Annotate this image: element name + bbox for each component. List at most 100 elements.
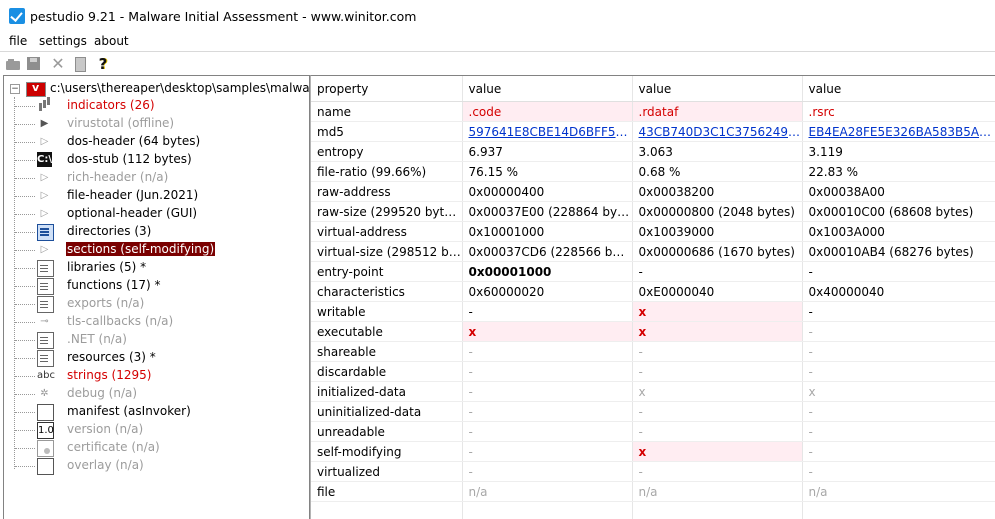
- property-name: virtualized: [311, 462, 462, 482]
- version-icon: 1.0: [37, 422, 54, 439]
- property-value: 3.063: [632, 142, 802, 162]
- table-row[interactable]: writable-x-: [311, 302, 995, 322]
- table-row[interactable]: raw-address0x000004000x000382000x00038A0…: [311, 182, 995, 202]
- tree-item[interactable]: ▷file-header (Jun.2021): [4, 187, 304, 205]
- tree-item-label: directories (3): [66, 224, 152, 238]
- table-row[interactable]: self-modifying-x-: [311, 442, 995, 462]
- table-row[interactable]: discardable---: [311, 362, 995, 382]
- property-value: .rsrc: [802, 102, 995, 122]
- tree-connector: [15, 196, 35, 197]
- property-value: -: [462, 302, 632, 322]
- tree-connector: [15, 160, 35, 161]
- header-value-2[interactable]: value: [632, 76, 802, 102]
- tree-view[interactable]: − c:\users\thereaper\desktop\samples\mal…: [3, 75, 310, 519]
- document-icon: [37, 458, 54, 475]
- property-name: unreadable: [311, 422, 462, 442]
- tree-item[interactable]: certificate (n/a): [4, 439, 304, 457]
- tree-item[interactable]: resources (3) *: [4, 349, 304, 367]
- help-icon[interactable]: ?: [95, 56, 111, 72]
- property-value: -: [802, 342, 995, 362]
- tree-item[interactable]: ▶virustotal (offline): [4, 115, 304, 133]
- table-row[interactable]: characteristics0x600000200xE00000400x400…: [311, 282, 995, 302]
- property-value: 0x00038A00: [802, 182, 995, 202]
- tree-item[interactable]: manifest (asInvoker): [4, 403, 304, 421]
- property-value[interactable]: 43CB740D3C1C3756249C1F2...: [632, 122, 802, 142]
- tree-connector: [15, 448, 35, 449]
- copy-icon[interactable]: [72, 56, 88, 72]
- property-value: 76.15 %: [462, 162, 632, 182]
- property-value[interactable]: 597641E8CBE14D6BFF5212F...: [462, 122, 632, 142]
- tree-item[interactable]: ▷optional-header (GUI): [4, 205, 304, 223]
- tree-item[interactable]: exports (n/a): [4, 295, 304, 313]
- tree-item[interactable]: libraries (5) *: [4, 259, 304, 277]
- table-row[interactable]: entropy6.9373.0633.119: [311, 142, 995, 162]
- toolbar: ✕ ?: [0, 51, 995, 76]
- tree-item-label: exports (n/a): [66, 296, 145, 310]
- property-value: 0x00037E00 (228864 bytes): [462, 202, 632, 222]
- property-name: md5: [311, 122, 462, 142]
- grid-icon: [37, 224, 54, 241]
- table-row[interactable]: virtual-address0x100010000x100390000x100…: [311, 222, 995, 242]
- table-row[interactable]: shareable---: [311, 342, 995, 362]
- tree-item-label: indicators (26): [66, 98, 156, 112]
- certificate-icon: [37, 440, 54, 457]
- property-value: 0x10001000: [462, 222, 632, 242]
- tree-connector: [15, 268, 35, 269]
- table-row[interactable]: raw-size (299520 bytes)0x00037E00 (22886…: [311, 202, 995, 222]
- property-value: -: [802, 362, 995, 382]
- menu-about[interactable]: about: [94, 34, 129, 48]
- table-row[interactable]: unreadable---: [311, 422, 995, 442]
- table-row[interactable]: filen/an/an/a: [311, 482, 995, 502]
- tree-item[interactable]: .NET (n/a): [4, 331, 304, 349]
- table-row[interactable]: executablexx-: [311, 322, 995, 342]
- header-value-1[interactable]: value: [462, 76, 632, 102]
- tree-item[interactable]: abcstrings (1295): [4, 367, 304, 385]
- tree-item-label: .NET (n/a): [66, 332, 128, 346]
- collapse-icon[interactable]: −: [10, 84, 20, 94]
- tree-item-label: optional-header (GUI): [66, 206, 198, 220]
- title-bar: pestudio 9.21 - Malware Initial Assessme…: [0, 0, 995, 32]
- tree-item[interactable]: indicators (26): [4, 97, 304, 115]
- property-value: -: [462, 342, 632, 362]
- library-icon: [37, 350, 54, 367]
- property-value: n/a: [462, 482, 632, 502]
- table-row[interactable]: uninitialized-data---: [311, 402, 995, 422]
- property-value: 0x60000020: [462, 282, 632, 302]
- property-name: name: [311, 102, 462, 122]
- table-row[interactable]: entry-point0x00001000--: [311, 262, 995, 282]
- tree-item[interactable]: ▷sections (self-modifying): [4, 241, 304, 259]
- close-icon[interactable]: ✕: [50, 56, 66, 72]
- tree-item[interactable]: functions (17) *: [4, 277, 304, 295]
- header-value-3[interactable]: value: [802, 76, 995, 102]
- property-value[interactable]: EB4EA28FE5E326BA583B5AB...: [802, 122, 995, 142]
- table-row[interactable]: virtualized---: [311, 462, 995, 482]
- tree-item[interactable]: directories (3): [4, 223, 304, 241]
- property-value: 0x1003A000: [802, 222, 995, 242]
- tree-item[interactable]: C:\dos-stub (112 bytes): [4, 151, 304, 169]
- table-row[interactable]: md5597641E8CBE14D6BFF5212F...43CB740D3C1…: [311, 122, 995, 142]
- tree-item[interactable]: 1.0version (n/a): [4, 421, 304, 439]
- table-row[interactable]: virtual-size (298512 bytes)0x00037CD6 (2…: [311, 242, 995, 262]
- table-row[interactable]: initialized-data-xx: [311, 382, 995, 402]
- triangle-icon: ▷: [37, 170, 52, 185]
- property-value: -: [462, 422, 632, 442]
- tree-item[interactable]: ⊸tls-callbacks (n/a): [4, 313, 304, 331]
- tree-item[interactable]: ▷rich-header (n/a): [4, 169, 304, 187]
- property-value: -: [462, 362, 632, 382]
- property-name: shareable: [311, 342, 462, 362]
- save-icon[interactable]: [26, 56, 42, 72]
- property-value: -: [802, 302, 995, 322]
- header-property[interactable]: property: [311, 76, 462, 102]
- table-row[interactable]: [311, 502, 995, 519]
- tree-item[interactable]: ▷dos-header (64 bytes): [4, 133, 304, 151]
- table-row[interactable]: name.code.rdataf.rsrc: [311, 102, 995, 122]
- file-root-icon: [26, 82, 46, 97]
- tree-connector: [15, 124, 35, 125]
- table-row[interactable]: file-ratio (99.66%)76.15 %0.68 %22.83 %: [311, 162, 995, 182]
- menu-file[interactable]: file: [9, 34, 27, 48]
- tree-item[interactable]: ✲debug (n/a): [4, 385, 304, 403]
- property-value: [462, 502, 632, 519]
- tree-item[interactable]: overlay (n/a): [4, 457, 304, 475]
- open-folder-icon[interactable]: [6, 56, 22, 72]
- menu-settings[interactable]: settings: [39, 34, 87, 48]
